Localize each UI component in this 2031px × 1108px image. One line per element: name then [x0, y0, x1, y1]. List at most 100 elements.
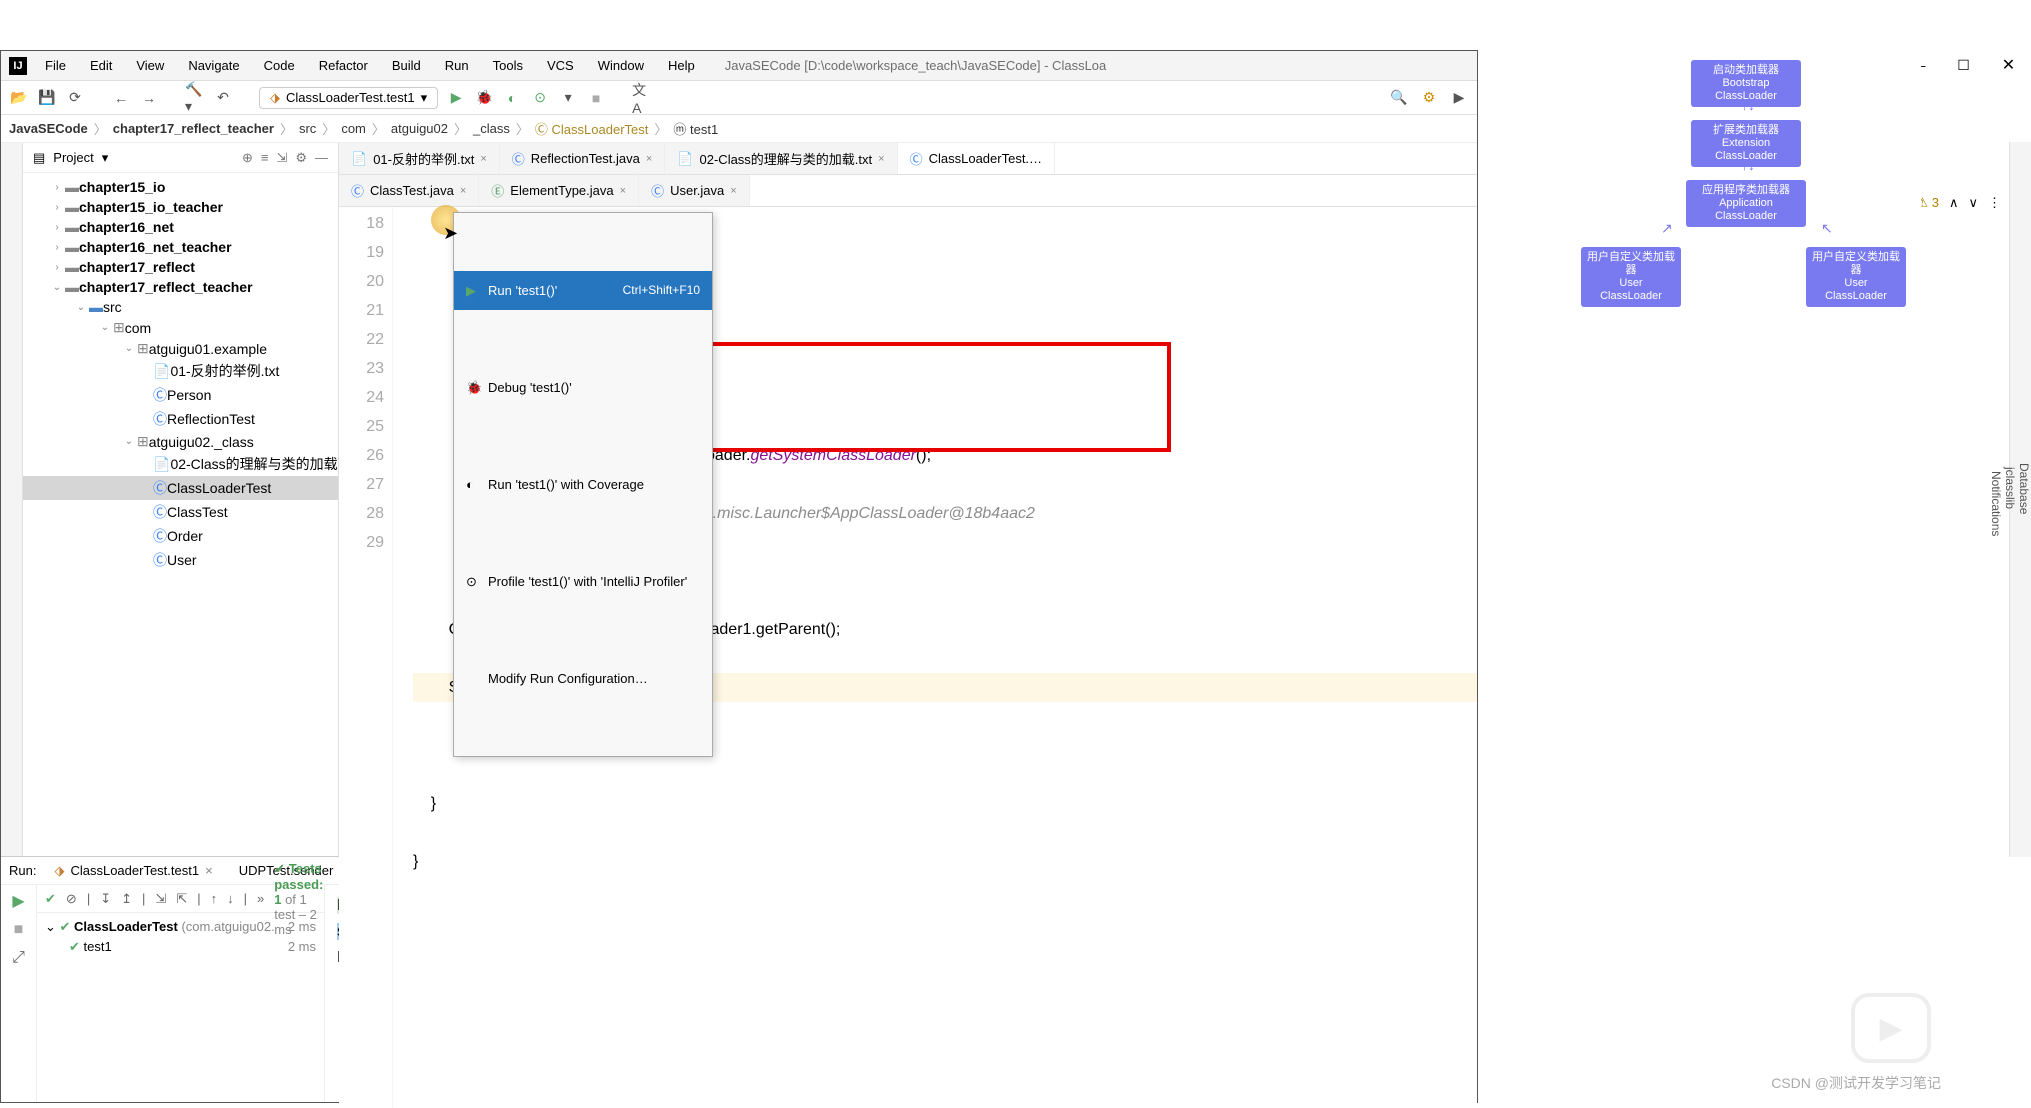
stop-icon[interactable]: ■: [586, 88, 606, 108]
menu-view[interactable]: View: [126, 54, 174, 77]
rerun-icon[interactable]: ▶: [12, 891, 24, 911]
menu-coverage[interactable]: ◐Run 'test1()' with Coverage: [454, 465, 712, 504]
stop-icon[interactable]: ■: [14, 921, 24, 939]
bc-class[interactable]: Ⓒ ClassLoaderTest: [535, 119, 648, 138]
tree-item[interactable]: Order: [167, 528, 203, 544]
tab[interactable]: ⒸReflectionTest.java×: [500, 143, 666, 174]
menu-vcs[interactable]: VCS: [537, 54, 584, 77]
maximize-button[interactable]: ☐: [1941, 50, 1986, 80]
code-editor[interactable]: 18192021 22232425 26272829 (){ assLoader…: [339, 207, 1477, 1108]
tree-item[interactable]: chapter15_io_teacher: [79, 199, 223, 215]
up-icon[interactable]: ∧: [1949, 195, 1959, 211]
down-icon[interactable]: ↓: [227, 891, 234, 906]
tree-item[interactable]: atguigu02._class: [149, 434, 254, 450]
jclasslib-tab[interactable]: jclasslib: [2003, 150, 2017, 827]
profile-icon[interactable]: ⊙: [530, 88, 550, 108]
menu-file[interactable]: File: [35, 54, 76, 77]
tree-item-selected[interactable]: ClassLoaderTest: [167, 480, 271, 496]
tab[interactable]: ⒸUser.java×: [639, 175, 750, 206]
menu-build[interactable]: Build: [382, 54, 431, 77]
bc-src[interactable]: src: [299, 121, 316, 136]
hammer-icon[interactable]: 🔨▾: [185, 88, 205, 108]
project-label[interactable]: Project: [53, 150, 93, 165]
menu-tools[interactable]: Tools: [483, 54, 533, 77]
close-icon[interactable]: ×: [460, 185, 466, 197]
tree-item[interactable]: src: [103, 299, 122, 315]
close-button[interactable]: ✕: [1986, 50, 2031, 80]
bc-com[interactable]: com: [341, 121, 366, 136]
filter-icon[interactable]: ≡: [261, 150, 269, 166]
menu-help[interactable]: Help: [658, 54, 705, 77]
collapse-icon[interactable]: ⇲: [276, 150, 287, 166]
tree-item[interactable]: 01-反射的举例.txt: [170, 361, 279, 381]
forward-icon[interactable]: →: [139, 88, 159, 108]
debug-icon[interactable]: 🐞: [474, 88, 494, 108]
tab[interactable]: ⒺElementType.java×: [479, 175, 639, 206]
close-icon[interactable]: ×: [646, 153, 652, 165]
tree-item[interactable]: chapter17_reflect_teacher: [79, 279, 253, 295]
sync-icon[interactable]: ⟳: [65, 88, 85, 108]
menu-window[interactable]: Window: [588, 54, 654, 77]
tree-item[interactable]: chapter16_net: [79, 219, 174, 235]
menu-code[interactable]: Code: [254, 54, 305, 77]
run-config-selector[interactable]: ⬗ ClassLoaderTest.test1 ▾: [259, 87, 438, 109]
sort-rev-icon[interactable]: ↥: [121, 891, 132, 907]
right-tool-stripe[interactable]: Database jclasslib Notifications: [2009, 142, 2031, 857]
menu-run-test[interactable]: ▶Run 'test1()'Ctrl+Shift+F10: [454, 271, 712, 310]
code-content[interactable]: (){ assLoader1 = ClassLoader.getSystemCl…: [393, 207, 1477, 1108]
tree-item[interactable]: ReflectionTest: [167, 411, 255, 427]
notifications-tab[interactable]: Notifications: [1989, 150, 2003, 857]
tree-item[interactable]: ClassTest: [167, 504, 228, 520]
expand-icon[interactable]: ⇲: [155, 891, 166, 907]
bc-sub[interactable]: _class: [473, 121, 510, 136]
bc-pkg[interactable]: atguigu02: [391, 121, 448, 136]
coverage-icon[interactable]: ◐: [502, 88, 522, 108]
tree-item[interactable]: atguigu01.example: [149, 341, 267, 357]
undo-icon[interactable]: ↶: [213, 88, 233, 108]
tab[interactable]: ⒸClassTest.java×: [339, 175, 479, 206]
avatar-icon[interactable]: ▶: [1449, 88, 1469, 108]
tree-item[interactable]: chapter16_net_teacher: [79, 239, 232, 255]
tree-item[interactable]: com: [125, 320, 151, 336]
close-icon[interactable]: ×: [620, 185, 626, 197]
check-icon[interactable]: ✔: [45, 891, 56, 907]
pin-icon[interactable]: ⤢: [12, 949, 25, 967]
target-icon[interactable]: ⊕: [242, 150, 253, 166]
menu-edit[interactable]: Edit: [80, 54, 122, 77]
tree-item[interactable]: chapter15_io: [79, 179, 165, 195]
close-icon[interactable]: ×: [878, 153, 884, 165]
up-icon[interactable]: ↑: [211, 891, 218, 906]
save-icon[interactable]: 💾: [37, 88, 57, 108]
tab-active[interactable]: ⒸClassLoaderTest.…: [898, 143, 1055, 174]
sort-icon[interactable]: ↧: [100, 891, 111, 907]
chevron-down-icon[interactable]: ▾: [102, 150, 109, 166]
gear-icon[interactable]: ⚙: [295, 150, 307, 166]
menu-debug-test[interactable]: 🐞Debug 'test1()': [454, 368, 712, 407]
bc-module[interactable]: chapter17_reflect_teacher: [113, 121, 274, 136]
tab[interactable]: 📄01-反射的举例.txt×: [339, 143, 500, 174]
bc-root[interactable]: JavaSECode: [9, 121, 88, 136]
left-tool-stripe[interactable]: [1, 143, 23, 856]
tab[interactable]: 📄02-Class的理解与类的加载.txt×: [665, 143, 897, 174]
menu-refactor[interactable]: Refactor: [309, 54, 378, 77]
menu-run[interactable]: Run: [435, 54, 479, 77]
close-icon[interactable]: ×: [480, 153, 486, 165]
tree-item[interactable]: 02-Class的理解与类的加载.t…: [170, 454, 338, 474]
search-icon[interactable]: 🔍: [1389, 88, 1409, 108]
run-tab-active[interactable]: ⬗ClassLoaderTest.test1×: [46, 861, 220, 881]
project-tree[interactable]: ›▬ chapter15_io ›▬ chapter15_io_teacher …: [23, 173, 338, 856]
tree-item[interactable]: chapter17_reflect: [79, 259, 195, 275]
settings-gear-icon[interactable]: ⚙: [1419, 88, 1439, 108]
close-icon[interactable]: ×: [730, 185, 736, 197]
open-icon[interactable]: 📂: [9, 88, 29, 108]
test-node[interactable]: ✔ test12 ms: [45, 937, 316, 957]
collapse-icon[interactable]: ⇱: [176, 891, 187, 907]
menu-profile[interactable]: ⊙Profile 'test1()' with 'IntelliJ Profil…: [454, 562, 712, 601]
hide-icon[interactable]: —: [315, 150, 328, 166]
database-tab[interactable]: Database: [2017, 150, 2031, 827]
down-icon[interactable]: ∨: [1968, 195, 1978, 211]
bc-method[interactable]: ⓜ test1: [673, 119, 718, 138]
run-icon[interactable]: ▶: [446, 88, 466, 108]
translate-icon[interactable]: 文A: [632, 88, 652, 108]
fail-icon[interactable]: ⊘: [66, 891, 77, 907]
